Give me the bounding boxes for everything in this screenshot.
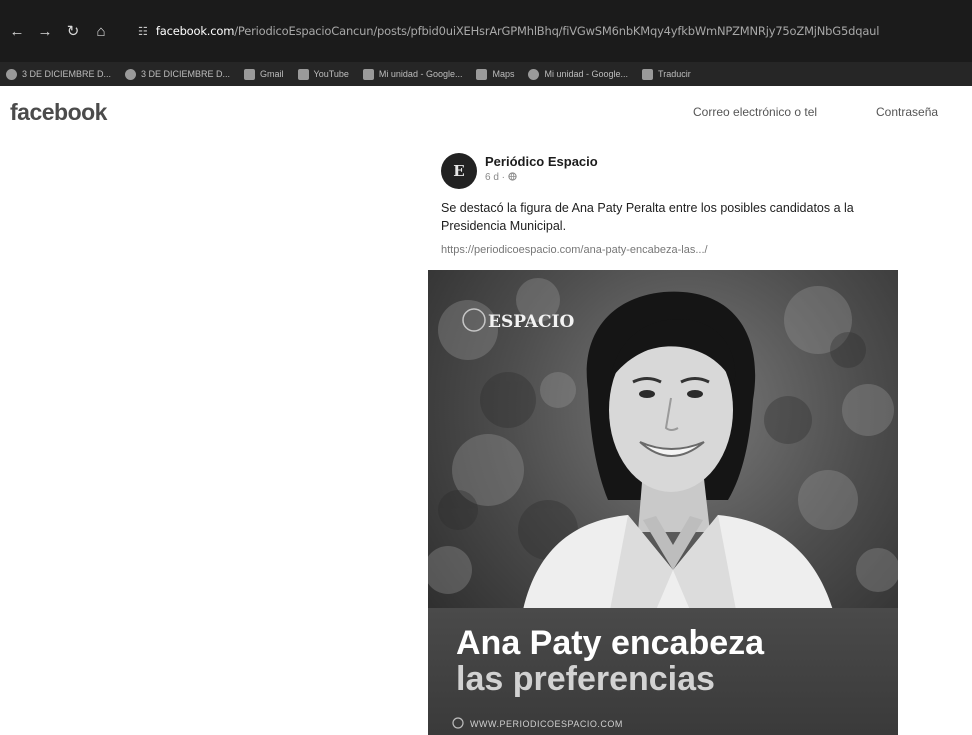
facebook-logo[interactable]: facebook <box>10 99 107 126</box>
bookmarks-bar: 3 DE DICIEMBRE D... 3 DE DICIEMBRE D... … <box>0 62 972 86</box>
post-image[interactable]: ESPACIO Ana Paty encabeza las preferenci… <box>428 270 898 735</box>
email-field[interactable]: Correo electrónico o tel <box>693 105 817 119</box>
post-image-graphic: ESPACIO Ana Paty encabeza las preferenci… <box>428 270 898 735</box>
bookmark-label: Mi unidad - Google... <box>544 69 629 79</box>
brand-text: ESPACIO <box>488 312 574 332</box>
bookmark-gmail[interactable]: Gmail <box>244 68 284 80</box>
image-website: WWW.PERIODICOESPACIO.COM <box>470 719 623 729</box>
youtube-icon <box>297 68 309 80</box>
maps-icon <box>476 68 488 80</box>
site-info-icon[interactable]: ☷ <box>138 25 148 38</box>
home-icon[interactable]: ⌂ <box>90 23 112 40</box>
post-time-text: 6 d · <box>485 172 506 183</box>
bookmark-maps[interactable]: Maps <box>476 68 515 80</box>
google-icon <box>528 68 540 80</box>
avatar-letter: E <box>453 162 465 180</box>
globe-icon <box>6 68 17 80</box>
address-row: ← → ↻ ⌂ ☷ facebook.com/PeriodicoEspacioC… <box>0 18 972 44</box>
translate-icon <box>642 68 654 80</box>
image-headline-line2: las preferencias <box>456 660 715 698</box>
reload-icon[interactable]: ↻ <box>62 22 84 40</box>
drive-icon <box>362 68 374 80</box>
globe-icon <box>508 172 517 181</box>
image-headline-line1: Ana Paty encabeza <box>456 624 765 662</box>
browser-toolbar: ← → ↻ ⌂ ☷ facebook.com/PeriodicoEspacioC… <box>0 0 972 62</box>
post-text: Se destacó la figura de Ana Paty Peralta… <box>441 201 854 233</box>
bookmark-label: Mi unidad - Google... <box>378 69 463 79</box>
back-arrow-icon[interactable]: ← <box>6 23 28 40</box>
post-link[interactable]: https://periodicoespacio.com/ana-paty-en… <box>441 244 708 256</box>
bookmark-label: Maps <box>492 69 515 79</box>
bookmark-drive-2[interactable]: Mi unidad - Google... <box>528 68 629 80</box>
globe-icon <box>125 68 137 80</box>
bookmark-label: Traducir <box>658 69 691 79</box>
bookmark-translate[interactable]: Traducir <box>642 68 691 80</box>
password-field[interactable]: Contraseña <box>876 105 938 119</box>
bookmark-2[interactable]: 3 DE DICIEMBRE D... <box>125 68 231 80</box>
url-path: /PeriodicoEspacioCancun/posts/pfbid0uiXE… <box>234 24 880 38</box>
bookmark-drive[interactable]: Mi unidad - Google... <box>362 68 463 80</box>
bookmark-youtube[interactable]: YouTube <box>297 68 349 80</box>
bookmark-label: 3 DE DICIEMBRE D... <box>141 69 231 79</box>
bookmark-label: 3 DE DICIEMBRE D... <box>22 69 112 79</box>
page-avatar[interactable]: E <box>441 153 477 189</box>
page-name-link[interactable]: Periódico Espacio <box>485 154 598 169</box>
address-bar[interactable]: facebook.com/PeriodicoEspacioCancun/post… <box>156 24 956 38</box>
bookmark-1[interactable]: 3 DE DICIEMBRE D... <box>6 68 112 80</box>
forward-arrow-icon[interactable]: → <box>34 23 56 40</box>
bookmark-label: Gmail <box>260 69 284 79</box>
gmail-icon <box>244 68 256 80</box>
bookmark-label: YouTube <box>313 69 349 79</box>
post-timestamp[interactable]: 6 d · <box>485 172 517 183</box>
url-host: facebook.com <box>155 24 235 38</box>
